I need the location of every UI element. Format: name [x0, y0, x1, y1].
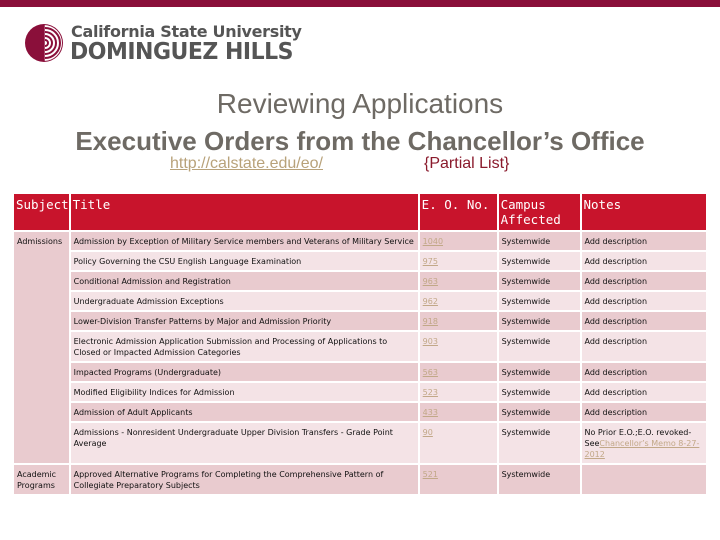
notes-cell [581, 465, 706, 494]
title-cell: Admission by Exception of Military Servi… [70, 232, 418, 250]
table-row: Lower-Division Transfer Patterns by Majo… [14, 312, 706, 330]
chancellors-memo-link[interactable]: Chancellor’s Memo 8-27-2012 [585, 439, 700, 459]
table-row: Admission of Adult Applicants 433 System… [14, 403, 706, 421]
title-cell: Admission of Adult Applicants [70, 403, 418, 421]
notes-cell: Add description [581, 252, 706, 270]
title-cell: Undergraduate Admission Exceptions [70, 292, 418, 310]
notes-cell: Add description [581, 312, 706, 330]
eo-link[interactable]: 975 [423, 257, 438, 266]
notes-cell: No Prior E.O.;E.O. revoked- SeeChancello… [581, 423, 706, 463]
notes-cell: Add description [581, 383, 706, 401]
table-row: Admissions Admission by Exception of Mil… [14, 232, 706, 463]
executive-orders-table: Subject Title E. O. No. Campus Affected … [12, 192, 708, 496]
notes-cell: Add description [581, 403, 706, 421]
header-notes: Notes [581, 194, 706, 230]
notes-cell: Add description [581, 332, 706, 361]
title-cell: Conditional Admission and Registration [70, 272, 418, 290]
eo-link[interactable]: 523 [423, 388, 438, 397]
eo-link[interactable]: 90 [423, 428, 433, 437]
partial-list-label: {Partial List} [424, 155, 510, 172]
notes-cell: Add description [581, 363, 706, 381]
campus-cell: Systemwide [498, 252, 580, 270]
csudh-seal-icon [25, 24, 63, 62]
campus-cell: Systemwide [498, 465, 580, 494]
eo-link[interactable]: 563 [423, 368, 438, 377]
eo-link[interactable]: 918 [423, 317, 438, 326]
page-title: Reviewing Applications [216, 88, 504, 119]
campus-cell: Systemwide [498, 312, 580, 330]
header-campus-affected: Campus Affected [498, 194, 580, 230]
eo-link[interactable]: 962 [423, 297, 438, 306]
table-row: Admissions - Nonresident Undergraduate U… [14, 423, 706, 463]
subject-cell: Admissions [14, 232, 69, 463]
campus-cell: Systemwide [498, 423, 580, 463]
title-cell: Policy Governing the CSU English Languag… [70, 252, 418, 270]
title-cell: Admissions - Nonresident Undergraduate U… [70, 423, 418, 463]
brand-top-bar [0, 0, 720, 7]
calstate-eo-link[interactable]: http://calstate.edu/eo/ [170, 155, 323, 173]
table-header-row: Subject Title E. O. No. Campus Affected … [14, 194, 706, 230]
logo-text-dominguez-hills: DOMINGUEZ HILLS [70, 39, 294, 66]
title-cell: Impacted Programs (Undergraduate) [70, 363, 418, 381]
campus-cell: Systemwide [498, 332, 580, 361]
campus-cell: Systemwide [498, 383, 580, 401]
eo-link[interactable]: 433 [423, 408, 438, 417]
table-row: Policy Governing the CSU English Languag… [14, 252, 706, 270]
campus-cell: Systemwide [498, 272, 580, 290]
eo-link[interactable]: 963 [423, 277, 438, 286]
header-eo-number: E. O. No. [419, 194, 497, 230]
notes-cell: Add description [581, 292, 706, 310]
header-title: Title [70, 194, 418, 230]
title-cell: Approved Alternative Programs for Comple… [70, 465, 418, 494]
title-cell: Modified Eligibility Indices for Admissi… [70, 383, 418, 401]
university-logo: California State University DOMINGUEZ HI… [24, 22, 302, 66]
title-cell: Electronic Admission Application Submiss… [70, 332, 418, 361]
table-row: Impacted Programs (Undergraduate) 563 Sy… [14, 363, 706, 381]
page-subtitle: Executive Orders from the Chancellor’s O… [75, 126, 645, 156]
table-row: Conditional Admission and Registration 9… [14, 272, 706, 290]
header-subject: Subject [14, 194, 69, 230]
title-cell: Lower-Division Transfer Patterns by Majo… [70, 312, 418, 330]
eo-link[interactable]: 521 [423, 470, 438, 479]
campus-cell: Systemwide [498, 403, 580, 421]
subject-cell: Academic Programs [14, 465, 69, 494]
table-row: Academic Programs Approved Alternative P… [14, 465, 706, 494]
table-row: Modified Eligibility Indices for Admissi… [14, 383, 706, 401]
table-row: Electronic Admission Application Submiss… [14, 332, 706, 361]
table-row: Undergraduate Admission Exceptions 962 S… [14, 292, 706, 310]
notes-cell: Add description [581, 232, 706, 250]
eo-link[interactable]: 1040 [423, 237, 443, 246]
campus-cell: Systemwide [498, 292, 580, 310]
eo-link[interactable]: 903 [423, 337, 438, 346]
campus-cell: Systemwide [498, 232, 580, 250]
campus-cell: Systemwide [498, 363, 580, 381]
notes-cell: Add description [581, 272, 706, 290]
